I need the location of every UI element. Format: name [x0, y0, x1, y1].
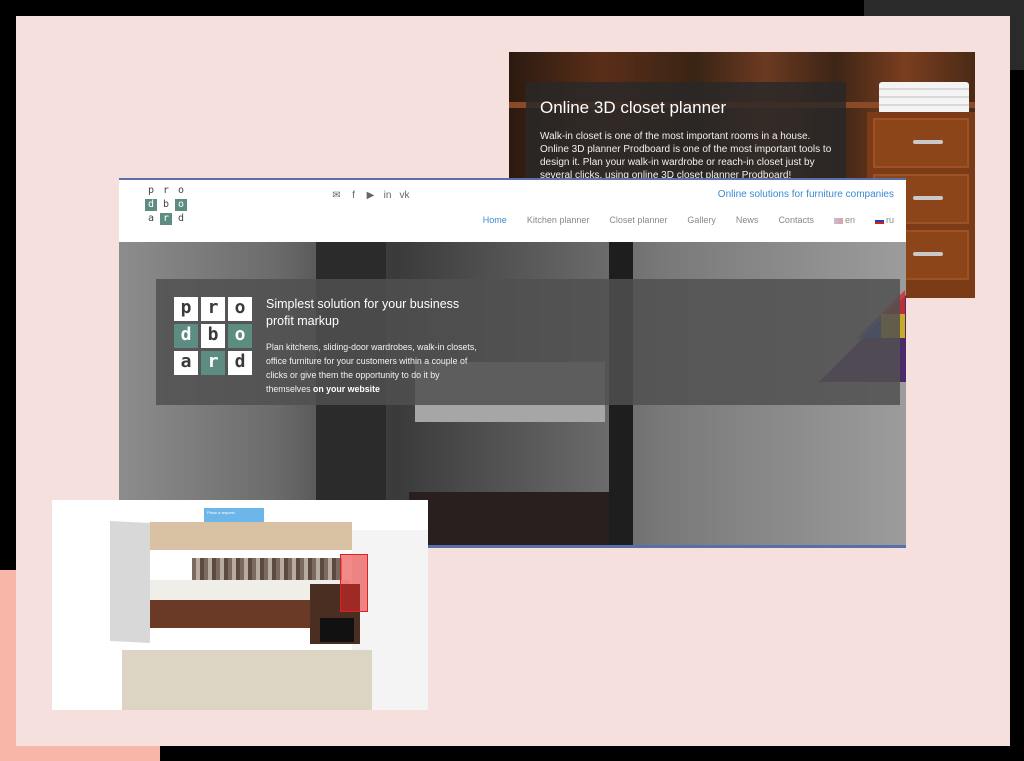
closet-title: Online 3D closet planner: [540, 98, 727, 117]
nav-gallery[interactable]: Gallery: [687, 215, 716, 225]
lang-en[interactable]: en: [833, 215, 855, 225]
lang-ru-label: ru: [885, 215, 894, 225]
kitchen-backsplash: [192, 558, 342, 580]
hero-panel: p r o d b o a r d Simplest solution for …: [156, 279, 900, 405]
logo-letter: b: [201, 324, 225, 348]
kitchen-cooktop: [320, 618, 354, 642]
hero-text-bold: on your website: [312, 384, 380, 394]
lang-en-label: en: [844, 215, 855, 225]
logo-letter: d: [228, 351, 252, 375]
badge-label: Place a request: [207, 510, 235, 515]
logo-letter: p: [174, 297, 198, 321]
kitchen-upper-cabinets: [150, 522, 352, 550]
website-screenshot: p r o d b o a r d ✉ f ▶ in vk Online sol…: [119, 178, 906, 548]
ru-flag-icon: [874, 217, 884, 224]
logo-letter: r: [201, 297, 225, 321]
logo-letter: o: [177, 185, 185, 196]
drawer-handle: [913, 140, 943, 144]
site-tagline: Online solutions for furniture companies: [717, 189, 894, 200]
lang-ru[interactable]: ru: [874, 215, 894, 225]
site-header: p r o d b o a r d ✉ f ▶ in vk Online sol…: [119, 180, 906, 240]
uk-flag-icon: [833, 217, 843, 224]
facebook-icon[interactable]: f: [348, 190, 359, 201]
youtube-icon[interactable]: ▶: [365, 190, 376, 201]
prodboard-logo[interactable]: p r o d b o a r d: [145, 185, 187, 229]
nav-kitchen-planner[interactable]: Kitchen planner: [527, 215, 590, 225]
social-links: ✉ f ▶ in vk: [331, 190, 410, 201]
selected-cabinet-highlight[interactable]: [340, 554, 368, 612]
mail-icon[interactable]: ✉: [331, 190, 342, 201]
kitchen-planner-screenshot: Place a request: [52, 500, 428, 710]
vk-icon[interactable]: vk: [399, 190, 410, 201]
logo-letter: p: [147, 185, 155, 196]
nav-closet-planner[interactable]: Closet planner: [609, 215, 667, 225]
logo-letter: a: [147, 213, 155, 224]
logo-letter: d: [174, 324, 198, 348]
nav-home[interactable]: Home: [483, 215, 507, 225]
hero-description: Plan kitchens, sliding-door wardrobes, w…: [266, 340, 480, 396]
kitchen-fridge: [110, 520, 150, 644]
nav-news[interactable]: News: [736, 215, 759, 225]
logo-letter: o: [228, 297, 252, 321]
hero-title: Simplest solution for your business prof…: [266, 297, 460, 328]
logo-letter: b: [162, 199, 170, 210]
kitchen-floor: [122, 650, 372, 710]
main-nav: Home Kitchen planner Closet planner Gall…: [483, 215, 894, 225]
logo-letter: a: [174, 351, 198, 375]
planner-request-button[interactable]: Place a request: [204, 508, 264, 522]
logo-letter: r: [201, 351, 225, 375]
drawer: [873, 118, 969, 168]
logo-letter: o: [175, 199, 187, 211]
logo-letter: r: [160, 213, 172, 225]
prodboard-logo-large: p r o d b o a r d: [174, 297, 254, 377]
closet-description: Walk-in closet is one of the most import…: [540, 131, 832, 181]
logo-letter: d: [177, 213, 185, 224]
drawer-handle: [913, 252, 943, 256]
logo-letter: d: [145, 199, 157, 211]
hero-cabinet: [409, 492, 609, 548]
nav-contacts[interactable]: Contacts: [778, 215, 814, 225]
logo-letter: r: [162, 185, 170, 196]
logo-letter: o: [228, 324, 252, 348]
linkedin-icon[interactable]: in: [382, 190, 393, 201]
drawer-handle: [913, 196, 943, 200]
